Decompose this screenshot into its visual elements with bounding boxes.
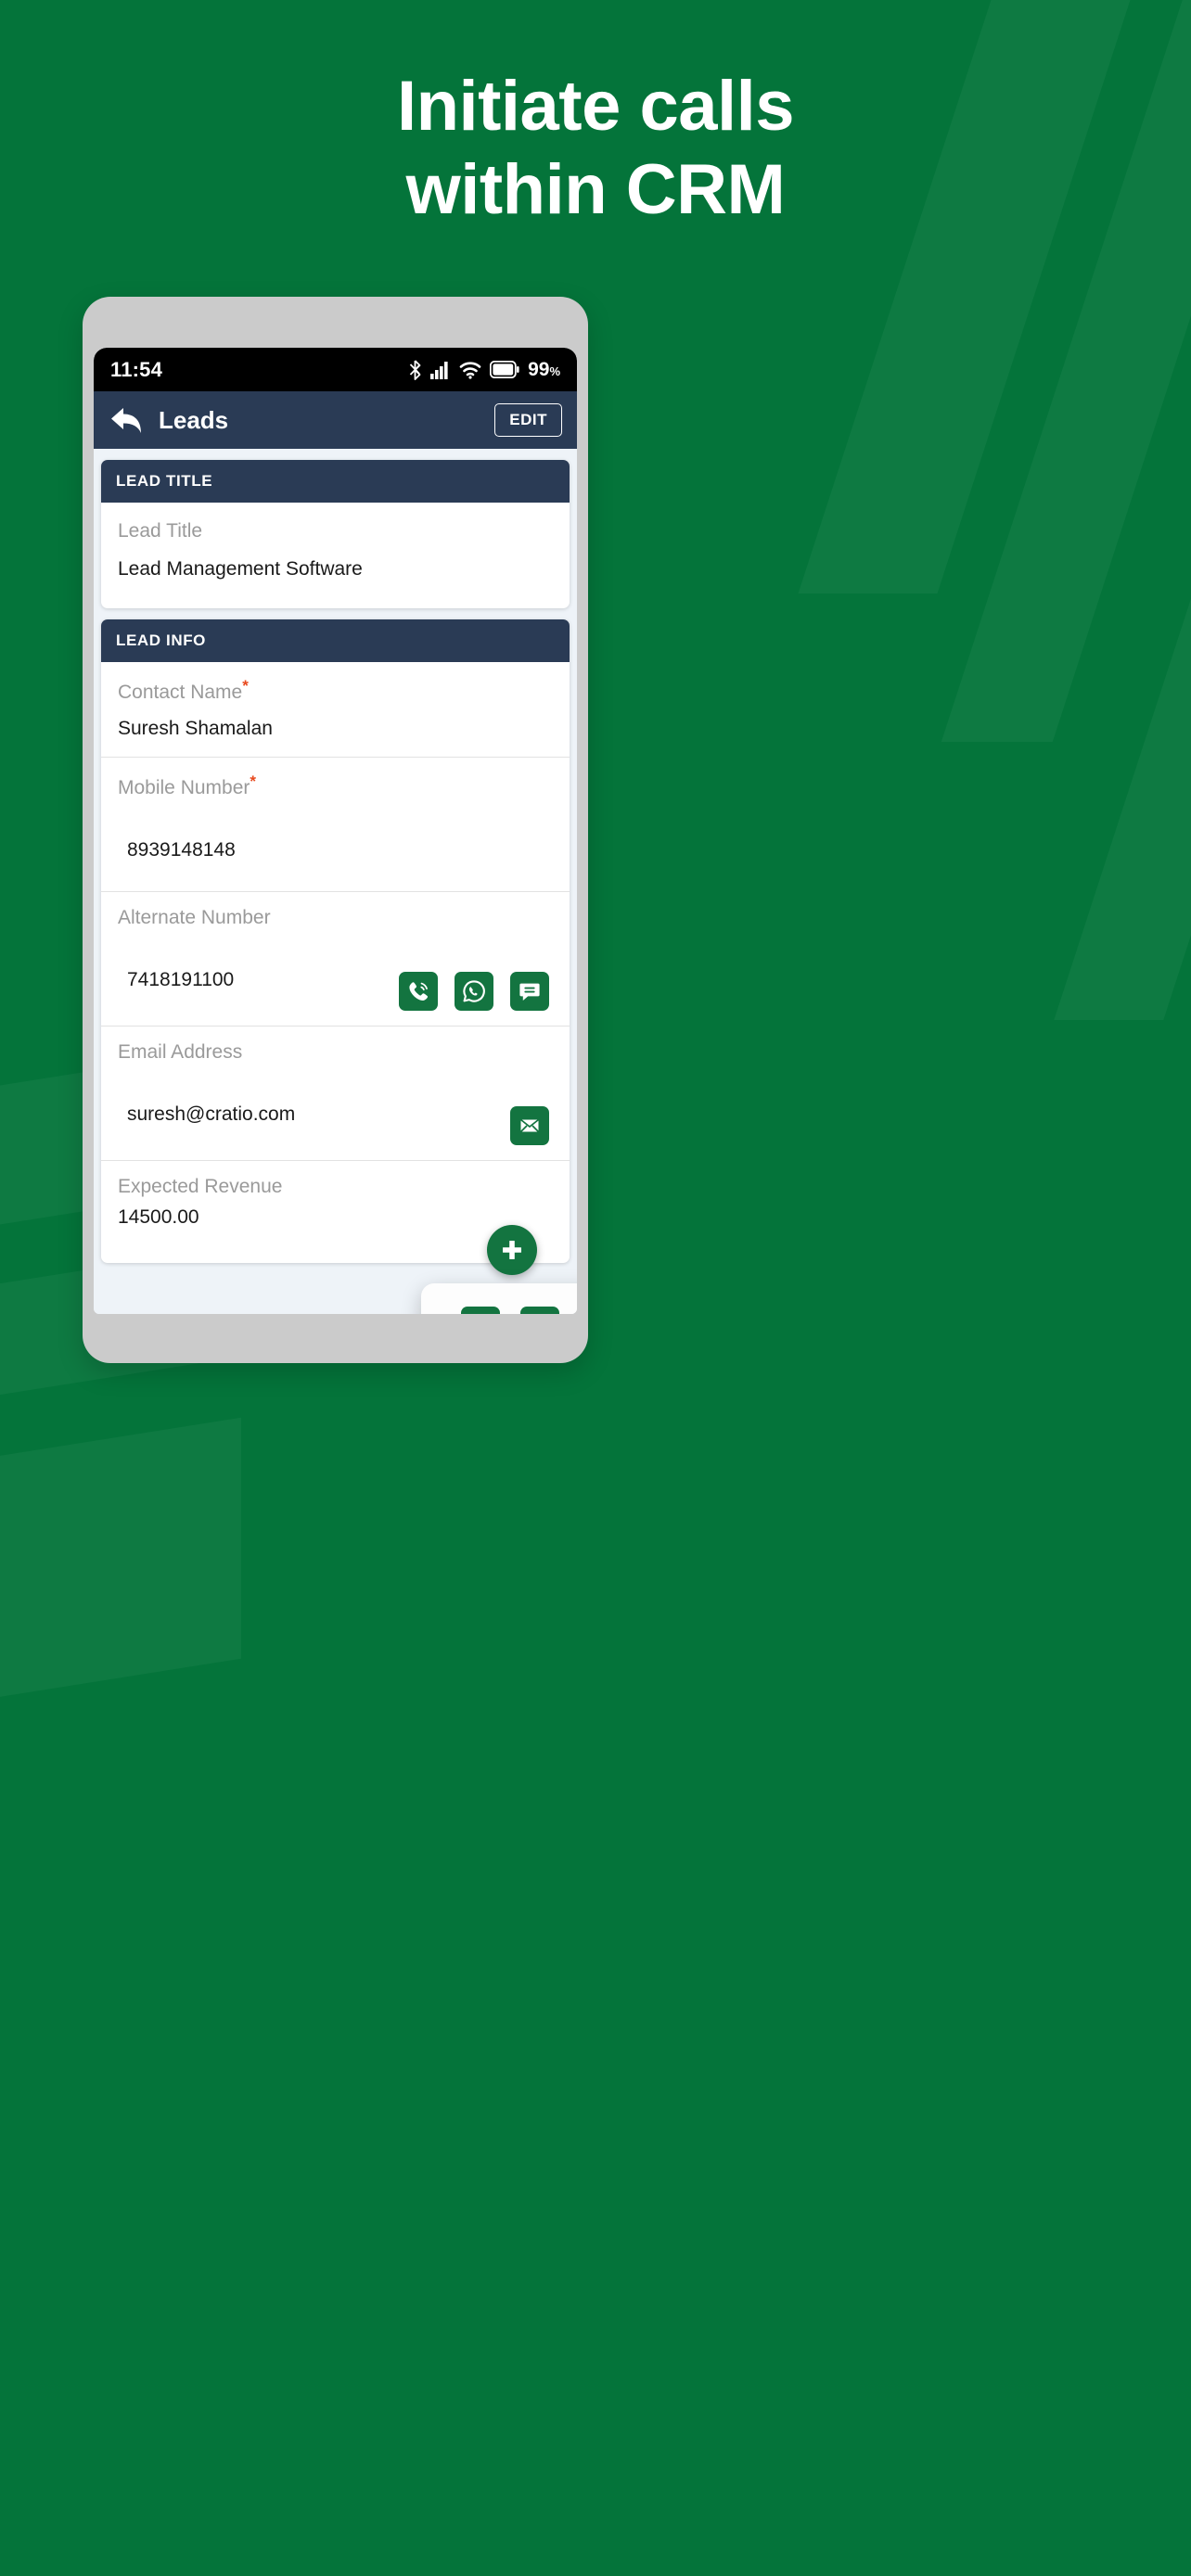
lead-title-value: Lead Management Software [118,558,363,580]
lead-detail-content: LEAD TITLE Lead Title Lead Management So… [94,449,577,1314]
lead-info-card: LEAD INFO Contact Name* Suresh Shamalan … [101,619,570,1263]
required-asterisk: * [242,677,249,695]
cellular-signal-icon [430,361,448,379]
app-bar: Leads EDIT [94,391,577,449]
battery-percent: 99% [528,358,560,380]
lead-info-card-header: LEAD INFO [101,619,570,663]
back-arrow-icon[interactable] [109,404,146,436]
mobile-number-value: 8939148148 [127,838,236,861]
expected-revenue-label: Expected Revenue [118,1175,283,1197]
page-title: Leads [159,405,229,434]
lead-title-card: LEAD TITLE Lead Title Lead Management So… [101,460,570,609]
alternate-number-actions [399,971,549,1011]
email-envelope-icon[interactable] [510,1105,549,1145]
whatsapp-icon[interactable] [455,971,493,1011]
phone-call-icon[interactable] [399,971,438,1011]
phone-mockup: 11:54 99% Leads EDIT LEAD TITLE Lead Tit… [83,297,588,1363]
quick-action-popup [421,1283,577,1314]
required-asterisk: * [250,772,257,790]
row-contact-name[interactable]: Contact Name* Suresh Shamalan [101,662,570,758]
wifi-icon [459,361,481,379]
row-alternate-number[interactable]: Alternate Number 7418191100 [101,892,570,1027]
lead-title-label: Lead Title [118,520,203,542]
alternate-number-label: Alternate Number [118,906,271,928]
mobile-number-label: Mobile Number* [118,772,257,798]
email-address-value: suresh@cratio.com [127,1103,296,1125]
lead-title-card-header: LEAD TITLE [101,460,570,503]
edit-button[interactable]: EDIT [494,403,562,437]
phone-screen: 11:54 99% Leads EDIT LEAD TITLE Lead Tit… [94,348,577,1314]
status-icons: 99% [408,359,560,381]
headline-line-1: Initiate calls [396,67,795,146]
email-address-label: Email Address [118,1040,243,1063]
battery-icon [490,361,519,378]
contact-name-value: Suresh Shamalan [118,717,273,739]
promo-headline: Initiate calls within CRM [0,65,1191,231]
email-address-actions [510,1105,549,1145]
phone-call-icon[interactable] [460,1307,500,1314]
status-bar: 11:54 99% [94,348,577,391]
bluetooth-icon [409,359,421,380]
add-fab-button[interactable] [487,1225,537,1275]
lead-title-field[interactable]: Lead Title Lead Management Software [101,503,570,608]
plus-icon [503,1241,521,1259]
bg-stripe [0,1417,241,1792]
whatsapp-icon[interactable] [519,1307,559,1314]
status-time: 11:54 [110,357,163,381]
sms-message-icon[interactable] [510,971,549,1011]
row-email-address[interactable]: Email Address suresh@cratio.com [101,1027,570,1161]
row-mobile-number[interactable]: Mobile Number* 8939148148 [101,758,570,892]
contact-name-label: Contact Name* [118,677,249,704]
headline-line-2: within CRM [405,149,786,229]
expected-revenue-value: 14500.00 [118,1205,199,1228]
